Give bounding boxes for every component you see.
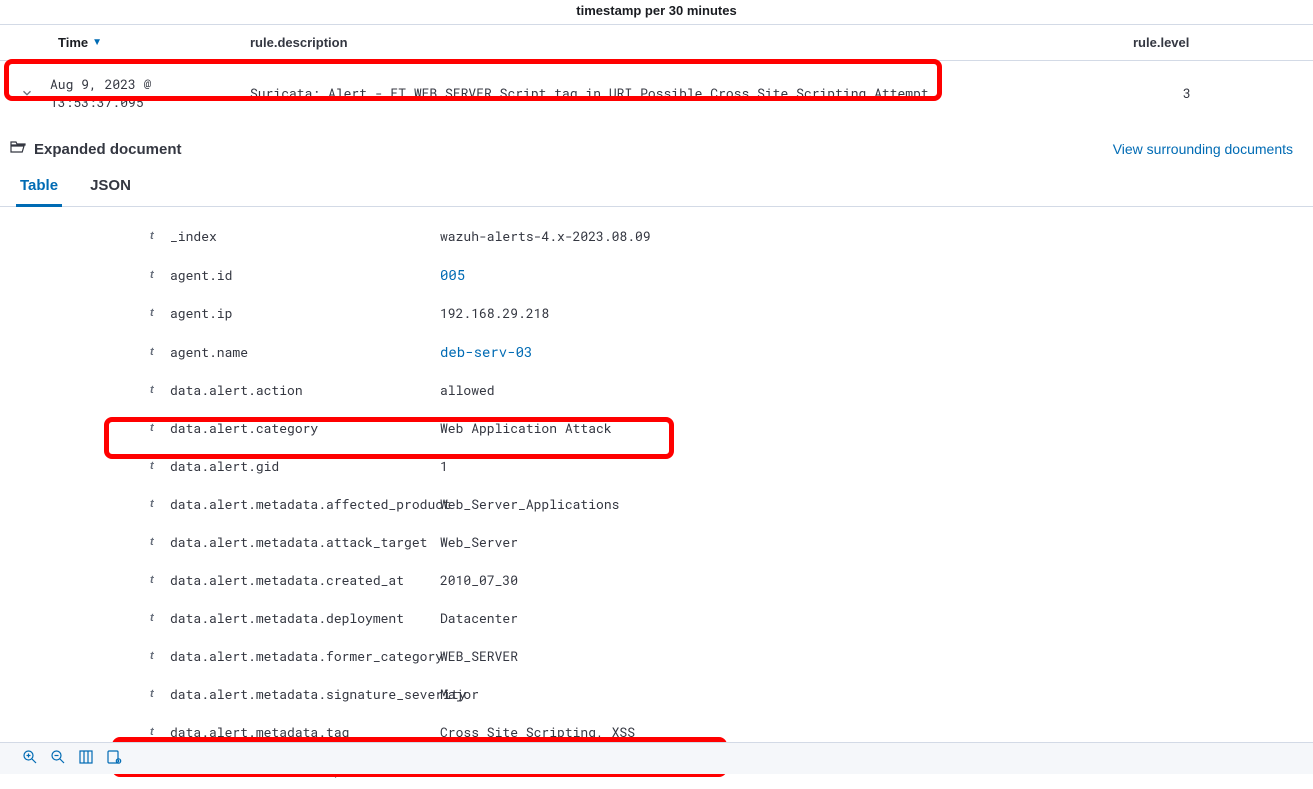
field-value: 2010_07_30: [440, 571, 1293, 589]
field-key: data.alert.metadata.attack_target: [170, 533, 440, 551]
field-row: tdata.alert.gid1: [0, 447, 1313, 485]
expand-toggle-icon[interactable]: [20, 86, 50, 100]
field-key: _index: [170, 227, 440, 245]
field-row: tdata.alert.metadata.deploymentDatacente…: [0, 599, 1313, 637]
field-row: tagent.ip192.168.29.218: [0, 294, 1313, 332]
field-value: Cross_Site_Scripting, XSS: [440, 723, 1293, 741]
field-key: data.alert.metadata.tag: [170, 723, 440, 741]
field-value[interactable]: 005: [440, 265, 1293, 284]
table-header-row: Time ▼ rule.description rule.level: [0, 25, 1313, 61]
field-key: agent.name: [170, 343, 440, 361]
view-surrounding-link[interactable]: View surrounding documents: [1113, 141, 1293, 157]
event-level: 3: [1133, 84, 1293, 102]
expanded-doc-title: Expanded document: [34, 141, 182, 158]
columns-icon[interactable]: [78, 749, 94, 768]
field-value: Web_Server: [440, 533, 1293, 551]
field-value: Major: [440, 685, 1293, 703]
column-level[interactable]: rule.level: [1133, 35, 1293, 50]
text-type-icon: t: [150, 307, 170, 319]
field-value: allowed: [440, 381, 1293, 399]
field-key: data.alert.metadata.created_at: [170, 571, 440, 589]
field-value: 1: [440, 457, 1293, 475]
text-type-icon: t: [150, 460, 170, 472]
text-type-icon: t: [150, 498, 170, 510]
column-time[interactable]: Time ▼: [50, 35, 250, 50]
field-value[interactable]: deb-serv-03: [440, 342, 1293, 361]
text-type-icon: t: [150, 612, 170, 624]
text-type-icon: t: [150, 422, 170, 434]
field-value: wazuh-alerts-4.x-2023.08.09: [440, 227, 1293, 245]
column-description[interactable]: rule.description: [250, 35, 1133, 50]
field-row: tagent.id005: [0, 255, 1313, 294]
text-type-icon: t: [150, 230, 170, 242]
text-type-icon: t: [150, 688, 170, 700]
field-value: Datacenter: [440, 609, 1293, 627]
field-row: tdata.alert.metadata.affected_productWeb…: [0, 485, 1313, 523]
folder-open-icon: [10, 139, 26, 159]
field-key: data.alert.gid: [170, 457, 440, 475]
field-row: tdata.alert.actionallowed: [0, 371, 1313, 409]
text-type-icon: t: [150, 269, 170, 281]
field-value: Web Application Attack: [440, 419, 1293, 437]
field-key: data.alert.metadata.former_category: [170, 647, 440, 665]
field-row: tdata.alert.metadata.signature_severityM…: [0, 675, 1313, 713]
event-row[interactable]: Aug 9, 2023 @ 13:53:37.095 Suricata: Ale…: [0, 61, 1313, 127]
field-row: t_indexwazuh-alerts-4.x-2023.08.09: [0, 217, 1313, 255]
zoom-out-icon[interactable]: [50, 749, 66, 768]
tab-json[interactable]: JSON: [86, 171, 135, 206]
text-type-icon: t: [150, 574, 170, 586]
text-type-icon: t: [150, 726, 170, 738]
text-type-icon: t: [150, 384, 170, 396]
field-row: tdata.alert.metadata.former_categoryWEB_…: [0, 637, 1313, 675]
field-key: data.alert.action: [170, 381, 440, 399]
tab-table[interactable]: Table: [16, 171, 62, 207]
field-row: tdata.alert.metadata.attack_targetWeb_Se…: [0, 523, 1313, 561]
field-key: data.alert.metadata.signature_severity: [170, 685, 440, 703]
sort-down-icon: ▼: [92, 37, 102, 48]
field-value: Web_Server_Applications: [440, 495, 1293, 513]
field-key: data.alert.metadata.affected_product: [170, 495, 440, 513]
document-fields: t_indexwazuh-alerts-4.x-2023.08.09tagent…: [0, 207, 1313, 789]
text-type-icon: t: [150, 650, 170, 662]
event-description: Suricata: Alert - ET WEB_SERVER Script t…: [250, 84, 1133, 102]
field-value: 192.168.29.218: [440, 304, 1293, 322]
field-row: tagent.namedeb-serv-03: [0, 332, 1313, 371]
event-time: Aug 9, 2023 @ 13:53:37.095: [50, 75, 250, 111]
expanded-doc-header: Expanded document View surrounding docum…: [0, 127, 1313, 161]
doc-view-tabs: Table JSON: [0, 161, 1313, 207]
field-key: agent.id: [170, 266, 440, 284]
field-key: data.alert.category: [170, 419, 440, 437]
text-type-icon: t: [150, 536, 170, 548]
field-row: tdata.alert.metadata.created_at2010_07_3…: [0, 561, 1313, 599]
field-value: WEB_SERVER: [440, 647, 1293, 665]
column-time-label: Time: [58, 35, 88, 50]
field-row: tdata.alert.categoryWeb Application Atta…: [0, 409, 1313, 447]
chart-caption: timestamp per 30 minutes: [0, 0, 1313, 25]
zoom-in-icon[interactable]: [22, 749, 38, 768]
field-key: data.alert.metadata.deployment: [170, 609, 440, 627]
field-key: agent.ip: [170, 304, 440, 322]
bottom-toolbar: [0, 742, 1313, 774]
filter-icon[interactable]: [106, 749, 122, 768]
text-type-icon: t: [150, 346, 170, 358]
